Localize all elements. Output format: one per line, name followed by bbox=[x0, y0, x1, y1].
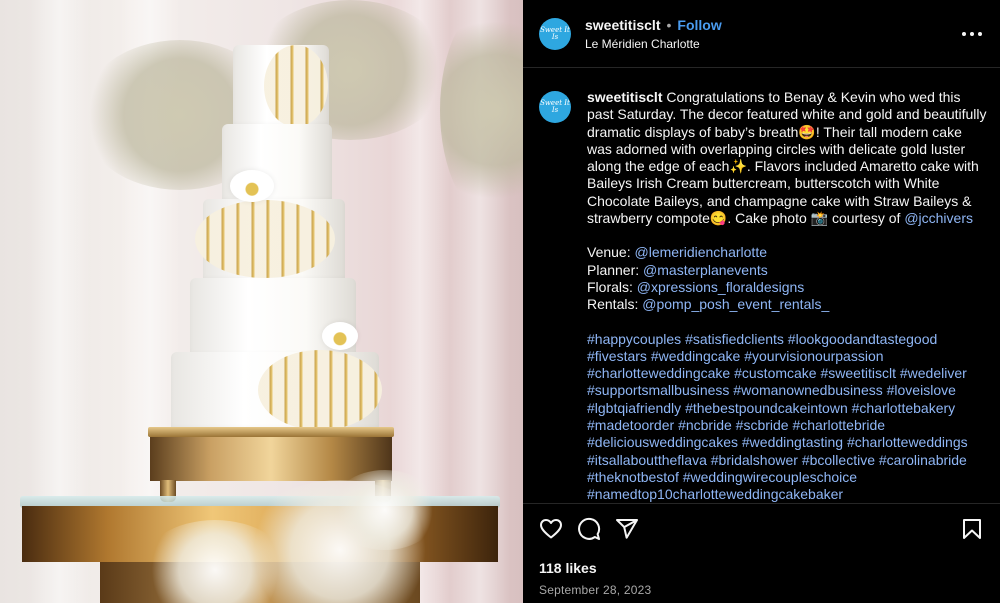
hashtag-link[interactable]: #lookgoodandtastegood bbox=[788, 331, 937, 347]
more-options-button[interactable] bbox=[960, 22, 984, 46]
hashtag-link[interactable]: #carolinabride bbox=[879, 452, 967, 468]
post-photo[interactable] bbox=[0, 0, 523, 603]
like-button[interactable] bbox=[539, 517, 563, 541]
orchid-flower bbox=[322, 322, 358, 350]
post-date[interactable]: September 28, 2023 bbox=[539, 583, 984, 597]
hashtag-link[interactable]: #weddingwirecoupleschoice bbox=[683, 469, 857, 485]
hashtag-link[interactable]: #fivestars bbox=[587, 348, 647, 364]
cake-stand bbox=[150, 437, 392, 481]
post-caption: sweetitisclt Congratulations to Benay & … bbox=[587, 89, 988, 503]
hashtag-link[interactable]: #lgbtqiafriendly bbox=[587, 400, 681, 416]
mention-link[interactable]: @jcchivers bbox=[904, 210, 973, 226]
hashtag-link[interactable]: #charlotteweddings bbox=[847, 434, 968, 450]
save-button[interactable] bbox=[960, 517, 984, 541]
cake-stand-top bbox=[148, 427, 394, 437]
mention-link[interactable]: @pomp_posh_event_rentals_ bbox=[642, 296, 829, 312]
follow-button[interactable]: Follow bbox=[677, 17, 721, 33]
header-line: sweetitisclt • Follow bbox=[585, 17, 960, 33]
credit-line: Planner: @masterplanevents bbox=[587, 262, 988, 279]
avatar[interactable]: Sweet It Is bbox=[539, 91, 571, 123]
hashtag-link[interactable]: #charlottebride bbox=[792, 417, 885, 433]
caption-paragraph: sweetitisclt Congratulations to Benay & … bbox=[587, 89, 988, 227]
hashtag-link[interactable]: #ncbride bbox=[678, 417, 732, 433]
gold-circle-decor bbox=[195, 200, 335, 278]
hashtag-link[interactable]: #theknotbestof bbox=[587, 469, 679, 485]
hashtag-link[interactable]: #customcake bbox=[734, 365, 816, 381]
orchid-flower bbox=[230, 170, 274, 202]
avatar[interactable]: Sweet It Is bbox=[539, 17, 571, 50]
comments-section[interactable]: Sweet It Is sweetitisclt Congratulations… bbox=[523, 69, 1000, 503]
hashtag-link[interactable]: #scbride bbox=[736, 417, 789, 433]
more-icon bbox=[962, 31, 982, 36]
credit-label: Planner: bbox=[587, 261, 644, 278]
mention-link[interactable]: @lemeridiencharlotte bbox=[635, 244, 768, 260]
action-icons-row bbox=[539, 516, 984, 542]
share-icon bbox=[616, 519, 638, 539]
hashtag-link[interactable]: #namedtop10charlotteweddingcakebaker bbox=[587, 486, 843, 502]
post-actions: 118 likes September 28, 2023 bbox=[523, 503, 1000, 597]
bookmark-icon bbox=[963, 519, 981, 539]
gold-circle-decor bbox=[264, 45, 328, 127]
credit-label: Florals: bbox=[587, 278, 637, 295]
post-details-panel: Sweet It Is sweetitisclt • Follow Le Mérid… bbox=[523, 0, 1000, 603]
separator-dot: • bbox=[666, 16, 672, 33]
hashtag-link[interactable]: #satisfiedclients bbox=[685, 331, 784, 347]
mention-link[interactable]: @xpressions_floraldesigns bbox=[637, 279, 805, 295]
hashtag-link[interactable]: #itsallabouttheflava bbox=[587, 452, 707, 468]
hashtag-link[interactable]: #supportsmallbusiness bbox=[587, 382, 729, 398]
avatar-logo-text: Sweet It Is bbox=[540, 99, 570, 114]
hashtag-link[interactable]: #thebestpoundcakeintown bbox=[685, 400, 848, 416]
hashtag-link[interactable]: #yourvisionourpassion bbox=[744, 348, 883, 364]
hashtag-link[interactable]: #sweetitisclt bbox=[820, 365, 895, 381]
hashtag-link[interactable]: #deliciousweddingcakes bbox=[587, 434, 738, 450]
comment-button[interactable] bbox=[577, 517, 601, 541]
hashtag-link[interactable]: #bcollective bbox=[802, 452, 875, 468]
hashtag-link[interactable]: #madetoorder bbox=[587, 417, 674, 433]
heart-icon bbox=[540, 519, 562, 539]
hashtag-link[interactable]: #bridalshower bbox=[711, 452, 798, 468]
hashtag-link[interactable]: #charlotteweddingcake bbox=[587, 365, 730, 381]
share-button[interactable] bbox=[615, 517, 639, 541]
hashtag-link[interactable]: #loveislove bbox=[887, 382, 956, 398]
hashtag-list: #happycouples #satisfiedclients #lookgoo… bbox=[587, 331, 988, 503]
avatar-logo-text: Sweet It Is bbox=[540, 25, 570, 41]
credit-label: Venue: bbox=[587, 244, 635, 261]
credit-line: Rentals: @pomp_posh_event_rentals_ bbox=[587, 296, 988, 313]
hashtag-link[interactable]: #charlottebakery bbox=[852, 400, 956, 416]
location-link[interactable]: Le Méridien Charlotte bbox=[585, 37, 960, 51]
credit-label: Rentals: bbox=[587, 296, 643, 313]
hashtag-link[interactable]: #happycouples bbox=[587, 331, 681, 347]
credits-list: Venue: @lemeridiencharlotte Planner: @mas… bbox=[587, 244, 988, 313]
credit-line: Venue: @lemeridiencharlotte bbox=[587, 244, 988, 261]
hashtag-link[interactable]: #weddingtasting bbox=[742, 434, 843, 450]
likes-count[interactable]: 118 likes bbox=[539, 560, 984, 576]
caption-text: Congratulations to Benay & Kevin who wed… bbox=[587, 89, 987, 227]
caption-username-link[interactable]: sweetitisclt bbox=[587, 89, 662, 105]
hashtag-link[interactable]: #wedeliver bbox=[900, 365, 967, 381]
username-link[interactable]: sweetitisclt bbox=[585, 17, 660, 33]
header-text: sweetitisclt • Follow Le Méridien Charlott… bbox=[585, 17, 960, 51]
credit-line: Florals: @xpressions_floraldesigns bbox=[587, 279, 988, 296]
babys-breath-flowers bbox=[330, 470, 440, 550]
post-header: Sweet It Is sweetitisclt • Follow Le Mérid… bbox=[523, 0, 1000, 68]
instagram-post: Sweet It Is sweetitisclt • Follow Le Mérid… bbox=[0, 0, 1000, 603]
hashtag-link[interactable]: #womanownedbusiness bbox=[733, 382, 882, 398]
gold-circle-decor bbox=[258, 350, 382, 430]
mention-link[interactable]: @masterplanevents bbox=[643, 262, 768, 278]
comment-icon bbox=[578, 517, 601, 540]
hashtag-link[interactable]: #weddingcake bbox=[651, 348, 741, 364]
